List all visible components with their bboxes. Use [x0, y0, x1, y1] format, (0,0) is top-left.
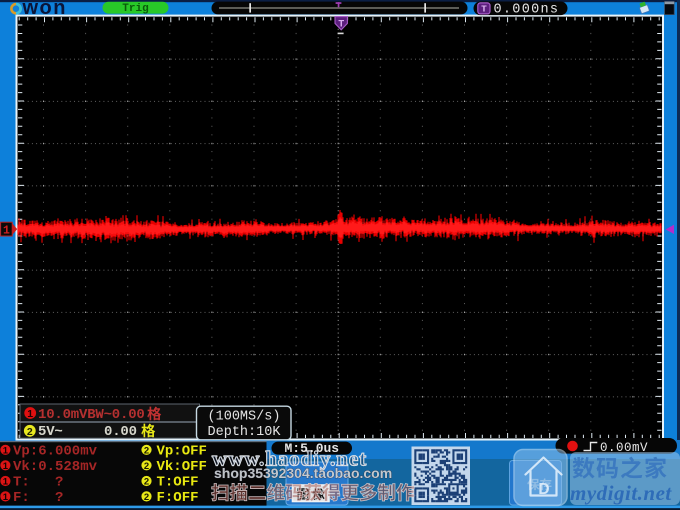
svg-text:0.000ns: 0.000ns [494, 3, 560, 18]
svg-text:T: T [338, 20, 344, 31]
svg-text:?: ? [55, 475, 63, 491]
svg-text:Vk:OFF: Vk:OFF [157, 459, 207, 475]
svg-text:2: 2 [144, 461, 149, 472]
svg-text:1: 1 [3, 461, 9, 472]
svg-text:5V~: 5V~ [38, 424, 63, 440]
svg-text:2: 2 [27, 426, 33, 438]
svg-text:(100MS/s): (100MS/s) [208, 410, 281, 425]
svg-text:T: T [481, 4, 487, 15]
svg-text:2: 2 [144, 445, 149, 456]
svg-text:T:OFF: T:OFF [157, 475, 199, 491]
svg-text:2: 2 [144, 492, 149, 503]
svg-text:1: 1 [3, 445, 9, 456]
svg-text:mydigit.net: mydigit.net [570, 481, 672, 505]
svg-text:?: ? [55, 490, 63, 506]
svg-text:1: 1 [27, 408, 33, 420]
svg-text:10.0mVBW~0.00: 10.0mVBW~0.00 [38, 407, 145, 423]
svg-text:Depth:10K: Depth:10K [208, 425, 282, 440]
svg-text:T:: T: [13, 475, 30, 491]
svg-text:1: 1 [3, 492, 9, 503]
svg-text:Vp:OFF: Vp:OFF [157, 443, 207, 459]
svg-text:Trig: Trig [122, 3, 148, 15]
svg-text:2: 2 [144, 477, 149, 488]
svg-text:1: 1 [3, 224, 10, 237]
svg-text:Vp:6.000mv: Vp:6.000mv [13, 443, 98, 459]
svg-text:shop35392304.taobao.com: shop35392304.taobao.com [214, 465, 392, 481]
svg-text:F:: F: [13, 490, 30, 506]
svg-text:Vk:0.528mv: Vk:0.528mv [13, 459, 98, 475]
svg-text:won: won [22, 0, 68, 19]
svg-text:D: D [538, 481, 549, 498]
svg-text:0.00: 0.00 [104, 424, 137, 440]
svg-text:F:OFF: F:OFF [157, 490, 199, 506]
svg-text:1: 1 [3, 477, 9, 488]
